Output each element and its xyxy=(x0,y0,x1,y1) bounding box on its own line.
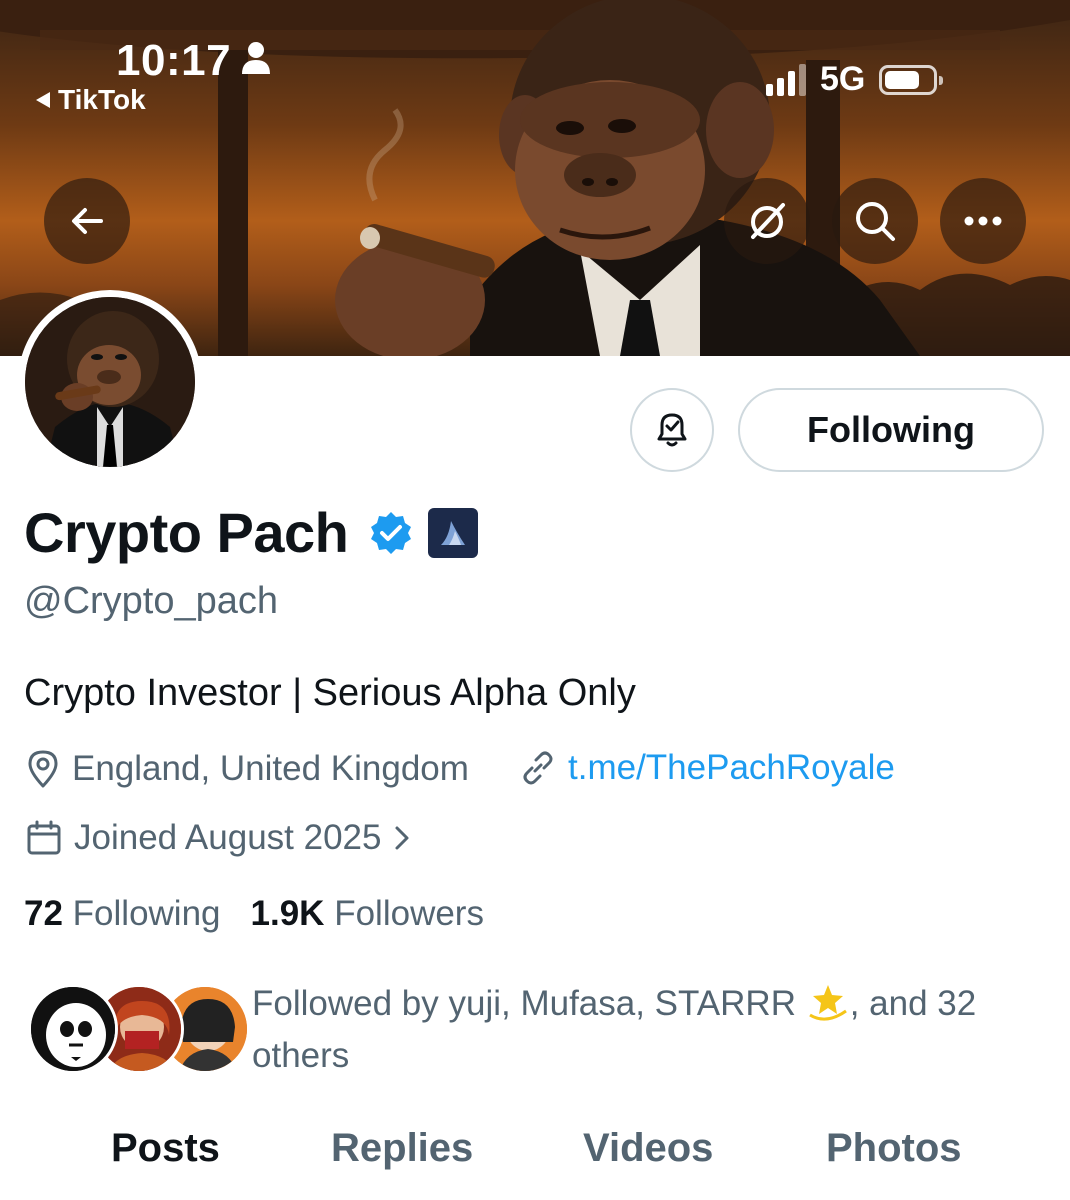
grok-button[interactable] xyxy=(724,178,810,264)
bell-check-icon xyxy=(657,413,687,447)
status-time: 10:17 xyxy=(116,36,232,85)
joined-text: Joined August 2025 xyxy=(74,818,382,857)
followed-by-prefix: Followed by yuji, Mufasa, STARRR xyxy=(252,984,806,1023)
slash-circle-icon xyxy=(751,203,785,239)
website-text[interactable]: t.me/ThePachRoyale xyxy=(568,748,895,788)
following-label: Following xyxy=(72,894,221,933)
profile-handle: @Crypto_pach xyxy=(24,580,279,622)
profile-banner[interactable]: 10:17 TikTok 5G xyxy=(0,0,1070,356)
tab-replies[interactable]: Replies xyxy=(331,1126,473,1171)
arrow-left-icon xyxy=(72,208,103,234)
followers-stat[interactable]: 1.9K Followers xyxy=(251,894,484,934)
following-stat[interactable]: 72 Following xyxy=(24,894,221,934)
more-button[interactable] xyxy=(940,178,1026,264)
avatar-image xyxy=(25,297,195,467)
followers-label: Followers xyxy=(334,894,484,933)
verified-badge-icon[interactable] xyxy=(368,510,414,556)
person-icon xyxy=(242,42,270,74)
profile-avatar[interactable] xyxy=(18,290,202,474)
following-button[interactable]: Following xyxy=(738,388,1044,472)
network-label: 5G xyxy=(820,60,866,98)
profile-tabs: Posts Replies Videos Photos xyxy=(0,1126,1070,1200)
location-item: England, United Kingdom xyxy=(24,748,469,790)
more-dots-icon xyxy=(964,216,1002,226)
joined-item[interactable]: Joined August 2025 xyxy=(24,818,413,858)
location-pin-icon xyxy=(28,750,58,788)
battery-icon xyxy=(879,64,944,95)
notifications-button[interactable] xyxy=(630,388,714,472)
followers-count: 1.9K xyxy=(250,894,325,933)
search-button[interactable] xyxy=(832,178,918,264)
back-triangle-icon xyxy=(36,92,50,108)
profile-bio: Crypto Investor | Serious Alpha Only xyxy=(24,672,636,714)
back-app-label: TikTok xyxy=(58,84,146,115)
followed-by-text[interactable]: Followed by yuji, Mufasa, STARRR , and 3… xyxy=(252,978,1032,1082)
tab-videos[interactable]: Videos xyxy=(583,1126,713,1171)
affiliation-badge-icon[interactable] xyxy=(428,507,479,558)
website-link[interactable]: t.me/ThePachRoyale xyxy=(518,748,895,788)
search-icon xyxy=(856,202,895,241)
signal-icon xyxy=(766,63,806,96)
tab-photos[interactable]: Photos xyxy=(826,1126,962,1171)
link-icon xyxy=(523,751,553,785)
location-text: England, United Kingdom xyxy=(72,749,469,788)
back-to-app-link[interactable]: TikTok xyxy=(36,84,146,116)
status-indicators: 5G xyxy=(766,60,944,99)
name-row: Crypto Pach xyxy=(24,500,479,565)
chevron-right-icon xyxy=(395,826,409,850)
tab-posts[interactable]: Posts xyxy=(111,1126,220,1171)
follow-stats: 72 Following 1.9K Followers xyxy=(24,894,484,934)
dizzy-star-emoji-icon xyxy=(808,985,847,1021)
back-button[interactable] xyxy=(44,178,130,264)
follower-avatar-1 xyxy=(28,984,118,1074)
following-count: 72 xyxy=(24,894,63,933)
display-name: Crypto Pach xyxy=(24,501,349,564)
calendar-icon xyxy=(27,820,61,855)
